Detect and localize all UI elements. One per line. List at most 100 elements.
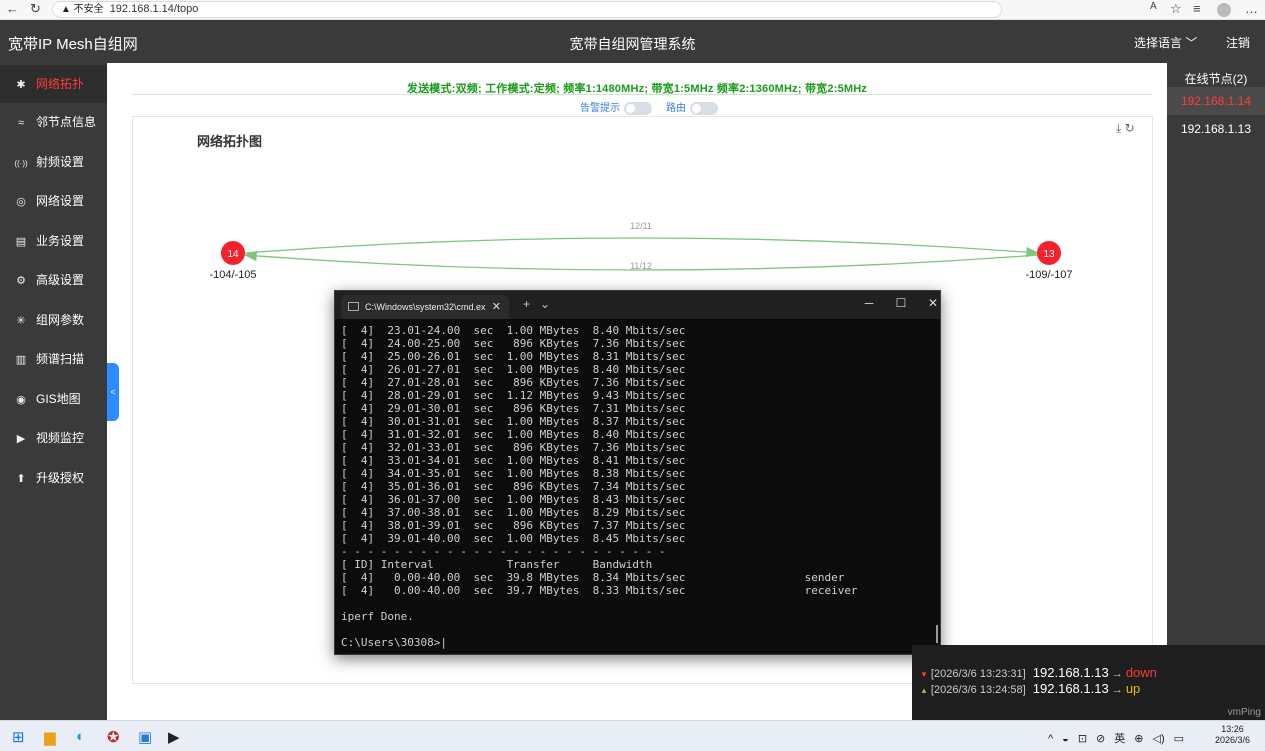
sidebar-item-label: 邻节点信息 (36, 115, 97, 129)
app-header: 宽带自组网管理系统 宽带IP Mesh自组网 选择语言 ﹀ 注销 (0, 20, 1265, 63)
cmd-titlebar: C:\Windows\system32\cmd.ex ✕ + ⌄ ─ ☐ ✕ (335, 291, 940, 319)
sidebar-item-label: 升级授权 (36, 471, 85, 485)
cmd-line: [ 4] 25.00-26.01 sec 1.00 MBytes 8.31 Mb… (341, 350, 686, 363)
sidebar-item-video[interactable]: ▶ 视频监控 (0, 419, 107, 457)
online-node-item[interactable]: 192.168.1.14 (1167, 87, 1265, 115)
notification-row: ▼ [2026/3/6 13:23:31] 192.168.1.13 → down (920, 665, 1157, 680)
cmd-scrollbar[interactable] (936, 625, 938, 643)
spectrum-icon: ▥ (15, 354, 27, 366)
down-triangle-icon: ▼ (920, 670, 928, 679)
windows-start-icon[interactable]: ⊞ (12, 728, 25, 746)
cmd-line (341, 623, 931, 636)
online-node-item[interactable]: 192.168.1.13 (1167, 115, 1265, 143)
close-tab-icon[interactable]: ✕ (492, 295, 501, 319)
logout-button[interactable]: 注销 (1226, 34, 1250, 51)
minimize-icon[interactable]: ─ (853, 296, 885, 310)
sidebar: ✱ 网络拓扑 ≈ 邻节点信息 ((·)) 射频设置 ◎ 网络设置 ▤ 业务设置 ⚙ 高级设置… (0, 63, 107, 720)
sidebar-item-label: GIS地图 (36, 392, 81, 406)
volume-icon[interactable]: ◁) (1152, 733, 1164, 745)
sidebar-item-upgrade[interactable]: ⬆ 升级授权 (0, 459, 107, 497)
node-13-signal: -109/-107 (1025, 269, 1072, 281)
sidebar-item-label: 视频监控 (36, 431, 85, 445)
sidebar-item-topology[interactable]: ✱ 网络拓扑 (0, 65, 107, 103)
plus-icon[interactable]: + (523, 297, 530, 311)
address-bar[interactable]: ▲ 不安全 192.168.1.14/topo (52, 1, 1002, 18)
chevron-up-icon[interactable]: ^ (1048, 733, 1053, 745)
sidebar-item-label: 射频设置 (36, 155, 85, 169)
route-toggle[interactable] (690, 101, 718, 115)
sidebar-item-mesh-params[interactable]: ✳ 组网参数 (0, 301, 107, 339)
refresh-icon[interactable]: ↻ (1125, 121, 1135, 135)
alarm-toggle[interactable] (624, 101, 652, 115)
cmd-line: [ 4] 0.00-40.00 sec 39.7 MBytes 8.33 Mbi… (341, 584, 858, 597)
more-icon[interactable]: … (1245, 1, 1258, 16)
sidebar-item-advanced[interactable]: ⚙ 高级设置 (0, 261, 107, 299)
notif-ip: 192.168.1.13 (1032, 665, 1109, 680)
security-warning[interactable]: ▲ 不安全 (61, 4, 104, 15)
cmd-line: [ 4] 31.01-32.01 sec 1.00 MBytes 8.40 Mb… (341, 428, 686, 441)
chevron-down-icon: ﹀ (1185, 36, 1198, 50)
cmd-line: [ 4] 0.00-40.00 sec 39.8 MBytes 8.34 Mbi… (341, 571, 845, 584)
radio-icon: ((·)) (14, 159, 28, 168)
notification-off-icon[interactable]: ⊘ (1096, 733, 1105, 745)
favorites-list-icon[interactable]: ≡ (1193, 1, 1201, 16)
alarm-label: 告警提示 (580, 103, 620, 114)
cmd-line: [ 4] 29.01-30.01 sec 896 KBytes 7.31 Mbi… (341, 402, 686, 415)
sidebar-item-label: 频谱扫描 (36, 352, 85, 366)
maximize-icon[interactable]: ☐ (885, 296, 917, 310)
notif-state: up (1125, 681, 1141, 696)
notif-arrow: → (1111, 684, 1123, 696)
language-select[interactable]: 选择语言 ﹀ (1134, 34, 1197, 51)
file-explorer-icon[interactable]: ▆ (44, 728, 56, 746)
globe-icon: ◎ (16, 196, 26, 208)
node-13-id: 13 (1043, 249, 1055, 260)
cmd-line: [ 4] 38.01-39.01 sec 896 KBytes 7.37 Mbi… (341, 519, 686, 532)
profile-avatar[interactable] (1217, 3, 1231, 17)
cmd-tab[interactable]: C:\Windows\system32\cmd.ex ✕ (341, 295, 509, 319)
cmd-tab-title: C:\Windows\system32\cmd.ex (365, 302, 486, 312)
network-tray-icon[interactable]: ⊡ (1078, 733, 1087, 745)
toggle-group: 告警提示 路由 (580, 99, 732, 115)
service-icon: ▤ (15, 236, 27, 248)
terminal-icon[interactable]: ▶ (168, 728, 180, 746)
edge-icon[interactable]: ◐ (76, 728, 85, 745)
node-14-id: 14 (227, 249, 239, 260)
vmping-notification: ▼ [2026/3/6 13:23:31] 192.168.1.13 → down… (912, 645, 1265, 720)
sidebar-item-neighbors[interactable]: ≈ 邻节点信息 (0, 103, 107, 141)
battery-icon[interactable]: ▭ (1174, 733, 1184, 745)
node-14-signal: -104/-105 (209, 269, 256, 281)
sidebar-item-gis[interactable]: ◉ GIS地图 (0, 380, 107, 418)
topology-tools: ⤓ ↻ (1116, 121, 1135, 136)
back-icon[interactable]: ← (6, 1, 19, 16)
window-controls: ─ ☐ ✕ (853, 296, 949, 310)
cmd-line: [ 4] 37.00-38.01 sec 1.00 MBytes 8.29 Mb… (341, 506, 686, 519)
ime-indicator[interactable]: 英 (1114, 733, 1125, 745)
sidebar-collapse-button[interactable]: < (107, 363, 119, 421)
download-icon[interactable]: ⤓ (1116, 121, 1121, 135)
gear-icon: ⚙ (16, 275, 26, 287)
globe-tray-icon[interactable]: ⊕ (1134, 733, 1143, 745)
brand-name: 宽带IP Mesh自组网 (8, 36, 138, 53)
close-icon[interactable]: ✕ (917, 296, 949, 310)
sidebar-item-network[interactable]: ◎ 网络设置 (0, 182, 107, 220)
cmd-line (341, 597, 931, 610)
cmd-output[interactable]: [ 4] 23.01-24.00 sec 1.00 MBytes 8.40 Mb… (341, 324, 931, 649)
sidebar-item-radio[interactable]: ((·)) 射频设置 (0, 143, 107, 181)
notif-ip: 192.168.1.13 (1032, 681, 1109, 696)
clock[interactable]: 13:26 2026/3/6 (1215, 724, 1250, 746)
remote-desktop-icon[interactable]: ▣ (138, 728, 152, 746)
sidebar-item-service[interactable]: ▤ 业务设置 (0, 222, 107, 260)
app-tray-icon[interactable]: ◒ (1062, 733, 1069, 745)
read-aloud-icon[interactable]: A (1150, 1, 1157, 12)
link-14-to-13 (244, 237, 1040, 258)
app-icon[interactable]: ✪ (107, 728, 120, 746)
cmd-line: [ 4] 33.01-34.01 sec 1.00 MBytes 8.41 Mb… (341, 454, 686, 467)
cmd-line: [ 4] 23.01-24.00 sec 1.00 MBytes 8.40 Mb… (341, 324, 686, 337)
cmd-window: C:\Windows\system32\cmd.ex ✕ + ⌄ ─ ☐ ✕ [ 4… (334, 290, 941, 655)
refresh-icon[interactable]: ↻ (30, 1, 41, 17)
cmd-line: [ 4] 36.01-37.00 sec 1.00 MBytes 8.43 Mb… (341, 493, 686, 506)
favorite-icon[interactable]: ☆ (1170, 1, 1182, 17)
chevron-down-icon[interactable]: ⌄ (540, 297, 550, 311)
notification-row: ▲ [2026/3/6 13:24:58] 192.168.1.13 → up (920, 681, 1140, 696)
sidebar-item-spectrum[interactable]: ▥ 频谱扫描 (0, 340, 107, 378)
